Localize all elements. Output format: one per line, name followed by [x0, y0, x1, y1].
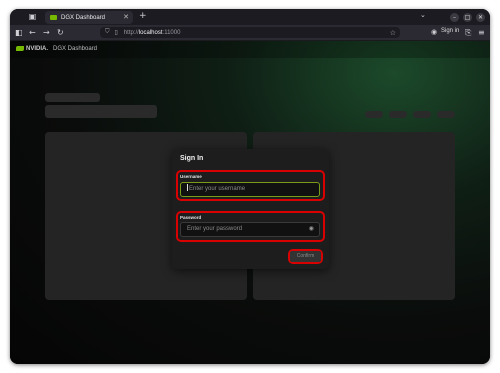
page-info-icon[interactable]: ▯ — [115, 29, 118, 36]
browser-sign-in[interactable]: Sign in — [441, 28, 459, 34]
extensions-icon[interactable]: ⎘ — [465, 27, 471, 38]
sidebar-icon[interactable]: ◧ — [15, 27, 23, 38]
reload-icon[interactable]: ↻ — [57, 27, 64, 38]
shield-icon[interactable]: ⛉ — [105, 29, 110, 36]
new-tab-icon[interactable]: + — [139, 10, 147, 23]
bookmark-star-icon[interactable]: ☆ — [390, 29, 396, 37]
sign-in-dialog: Sign In Username Enter your username Pas… — [172, 149, 329, 269]
confirm-button[interactable]: Confirm — [290, 251, 321, 262]
tab-dgx-dashboard[interactable]: DGX Dashboard ✕ — [45, 11, 133, 24]
menu-icon[interactable]: ≡ — [478, 27, 485, 38]
skeleton-pill — [389, 111, 407, 118]
skeleton-subtitle — [45, 105, 157, 118]
skeleton-pill — [365, 111, 383, 118]
minimize-icon[interactable]: – — [450, 13, 459, 22]
url-text: http://localhost:11000 — [123, 29, 181, 36]
address-bar[interactable]: ⛉ ▯ http://localhost:11000 ☆ — [100, 27, 400, 38]
skeleton-pill — [413, 111, 431, 118]
show-password-icon[interactable]: ◉ — [309, 223, 314, 236]
nvidia-logo: NVIDIA. — [16, 46, 48, 52]
nvidia-eye-icon — [16, 46, 24, 51]
window-menu-icon[interactable]: ▣ — [28, 12, 37, 21]
dialog-title: Sign In — [180, 155, 204, 162]
text-cursor — [187, 184, 188, 191]
app-title: DGX Dashboard — [53, 46, 98, 52]
forward-icon[interactable]: → — [43, 27, 50, 38]
tab-list-chevron-icon[interactable]: ⌄ — [420, 11, 426, 19]
tab-title: DGX Dashboard — [61, 14, 106, 21]
close-tab-icon[interactable]: ✕ — [123, 11, 129, 24]
skeleton-pill — [437, 111, 455, 118]
account-icon[interactable]: ◉ — [431, 27, 437, 38]
nav-bar: ◧ ← → ↻ ⛉ ▯ http://localhost:11000 ☆ ◉ S… — [10, 25, 490, 41]
page-content: NVIDIA. DGX Dashboard Sign In Username E… — [10, 41, 490, 364]
close-window-icon[interactable]: ✕ — [476, 13, 485, 22]
maximize-icon[interactable]: □ — [463, 13, 472, 22]
back-icon[interactable]: ← — [29, 27, 36, 38]
skeleton-title — [45, 93, 100, 102]
browser-window: ▣ DGX Dashboard ✕ + ⌄ – □ ✕ ◧ ← → ↻ ⛉ ▯ … — [10, 9, 490, 364]
app-header: NVIDIA. DGX Dashboard — [10, 41, 490, 58]
password-input[interactable]: Enter your password ◉ — [180, 222, 320, 237]
tab-bar: ▣ DGX Dashboard ✕ + ⌄ – □ ✕ — [10, 9, 490, 25]
password-label: Password — [180, 215, 202, 220]
username-label: Username — [180, 174, 202, 179]
username-input[interactable]: Enter your username — [180, 182, 320, 197]
nvidia-favicon-icon — [50, 15, 57, 20]
